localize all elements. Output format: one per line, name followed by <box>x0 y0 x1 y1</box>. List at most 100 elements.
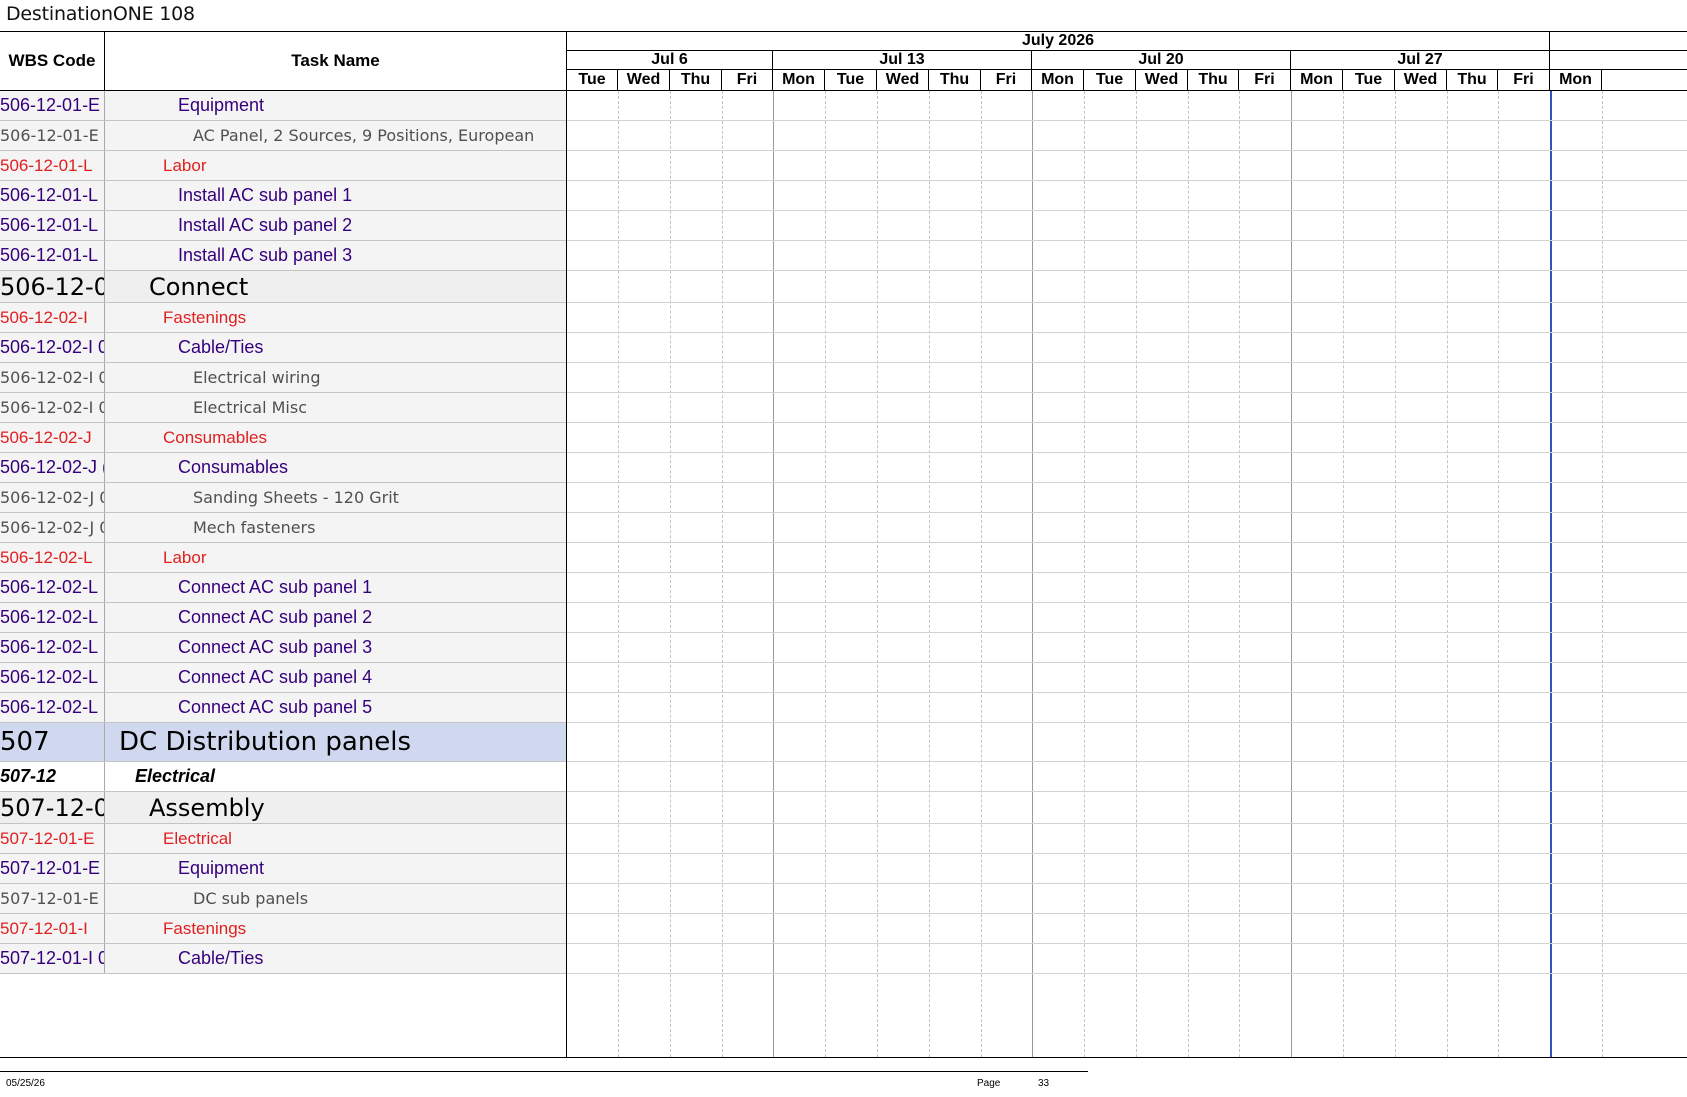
table-row[interactable]: 507-12 Electrical <box>0 762 566 792</box>
wbs-code-cell: 506-12-02 <box>0 271 105 302</box>
table-row[interactable]: 506-12-02-J 01 Mech fasteners <box>0 513 566 543</box>
table-row[interactable]: 506-12-02-J (Consumables <box>0 453 566 483</box>
document-title: DestinationONE 108 <box>6 3 195 25</box>
row-gridline <box>567 692 1687 693</box>
day-label: Fri <box>722 70 773 90</box>
gantt-sheet: WBS Code Task Name 506-12-01-E Equipment 5… <box>0 31 1687 1058</box>
table-row[interactable]: 506-12-01-L Install AC sub panel 2 <box>0 211 566 241</box>
table-row[interactable]: 506-12-02-I 01 Electrical wiring <box>0 363 566 393</box>
wbs-code-cell: 506-12-01-L <box>0 211 105 240</box>
row-gridline <box>567 913 1687 914</box>
table-row[interactable]: 506-12-01-L Labor <box>0 151 566 181</box>
task-name-cell: Fastenings <box>163 307 247 327</box>
table-row[interactable]: 506-12-02-I Fastenings <box>0 303 566 333</box>
row-gridline <box>567 332 1687 333</box>
table-row[interactable]: 507-12-01 Assembly <box>0 792 566 824</box>
table-row[interactable]: 507-12-01-E 0 DC sub panels <box>0 884 566 914</box>
row-gridline <box>567 662 1687 663</box>
timeline-area: July 2026 Jul 6 Jul 13 Jul 20 Jul 27 Tue Wed… <box>567 32 1687 1057</box>
row-gridline <box>567 722 1687 723</box>
task-name-cell: Connect AC sub panel 5 <box>178 697 373 717</box>
task-name-cell: Equipment <box>178 95 265 115</box>
task-name-cell: Electrical <box>135 766 216 786</box>
task-name-column-header[interactable]: Task Name <box>105 32 566 90</box>
day-label: Thu <box>1188 70 1239 90</box>
table-row[interactable]: 507-12-01-I Fastenings <box>0 914 566 944</box>
month-label: July 2026 <box>567 32 1550 50</box>
row-gridline <box>567 392 1687 393</box>
table-row[interactable]: 506-12-01-E 0 AC Panel, 2 Sources, 9 Posi… <box>0 121 566 151</box>
table-row[interactable]: 506-12-02-L Connect AC sub panel 3 <box>0 633 566 663</box>
task-name-cell: AC Panel, 2 Sources, 9 Positions, Europe… <box>193 126 535 145</box>
day-label: Wed <box>618 70 670 90</box>
task-rows: 506-12-01-E Equipment 506-12-01-E 0 AC Pane… <box>0 91 566 974</box>
timeline-grid[interactable] <box>567 91 1687 1057</box>
week-label: Jul 20 <box>1032 51 1291 69</box>
table-row[interactable]: 506-12-02-L Connect AC sub panel 5 <box>0 693 566 723</box>
task-name-cell: Electrical wiring <box>193 368 321 387</box>
wbs-code-cell: 506-12-02-L <box>0 573 105 602</box>
table-row[interactable]: 506-12-02-J 01 Sanding Sheets - 120 Grit <box>0 483 566 513</box>
day-label: Tue <box>567 70 618 90</box>
wbs-code-cell: 506-12-02-L <box>0 693 105 722</box>
week-label: Jul 27 <box>1291 51 1550 69</box>
row-gridline <box>567 761 1687 762</box>
wbs-code-cell: 507-12-01-I <box>0 914 105 943</box>
row-gridline <box>567 482 1687 483</box>
timeline-week-header: Jul 6 Jul 13 Jul 20 Jul 27 <box>567 51 1687 70</box>
task-name-cell: Connect AC sub panel 4 <box>178 667 373 687</box>
day-label: Fri <box>1239 70 1291 90</box>
row-gridline <box>567 240 1687 241</box>
task-name-cell: Consumables <box>163 427 267 447</box>
row-gridline <box>567 302 1687 303</box>
row-gridline <box>567 180 1687 181</box>
footer-page-number: 33 <box>1038 1078 1050 1089</box>
table-row[interactable]: 506-12-02-L Labor <box>0 543 566 573</box>
table-row[interactable]: 506-12-02-I 01 Electrical Misc <box>0 393 566 423</box>
row-gridline <box>567 823 1687 824</box>
timeline-month-header: July 2026 <box>567 32 1687 51</box>
wbs-code-cell: 506-12-01-E 0 <box>0 121 105 150</box>
wbs-code-cell: 506-12-02-J ( <box>0 453 105 482</box>
row-gridline <box>567 150 1687 151</box>
task-name-cell: Labor <box>163 547 207 567</box>
task-name-cell: DC Distribution panels <box>119 727 412 757</box>
task-name-cell: Connect AC sub panel 3 <box>178 637 373 657</box>
wbs-code-cell: 507-12-01 <box>0 792 105 823</box>
footer-page-label: Page <box>977 1078 1001 1089</box>
table-row[interactable]: 506-12-02-L Connect AC sub panel 4 <box>0 663 566 693</box>
wbs-code-cell: 506-12-02-I <box>0 303 105 332</box>
wbs-code-cell: 506-12-02-I 01 <box>0 363 105 392</box>
table-row[interactable]: 506-12-02-I 0 Cable/Ties <box>0 333 566 363</box>
table-row[interactable]: 506-12-02-L Connect AC sub panel 1 <box>0 573 566 603</box>
task-name-cell: Fastenings <box>163 918 247 938</box>
footer-print-date: 05/25/26 <box>6 1078 45 1089</box>
table-row[interactable]: 506-12-01-L Install AC sub panel 1 <box>0 181 566 211</box>
table-row[interactable]: 507 DC Distribution panels <box>0 723 566 762</box>
table-row[interactable]: 506-12-02 Connect <box>0 271 566 303</box>
wbs-code-cell: 506-12-01-E <box>0 91 105 120</box>
wbs-code-cell: 507-12-01-E 0 <box>0 884 105 913</box>
day-label: Tue <box>825 70 877 90</box>
wbs-code-column-header[interactable]: WBS Code <box>0 32 105 90</box>
task-name-cell: Install AC sub panel 3 <box>178 245 353 265</box>
wbs-code-cell: 507-12 <box>0 762 105 791</box>
table-row[interactable]: 506-12-02-J Consumables <box>0 423 566 453</box>
day-label: Thu <box>1447 70 1498 90</box>
table-row[interactable]: 506-12-01-E Equipment <box>0 91 566 121</box>
table-row[interactable]: 507-12-01-I 0 Cable/Ties <box>0 944 566 974</box>
table-row[interactable]: 506-12-02-L Connect AC sub panel 2 <box>0 603 566 633</box>
row-gridline <box>567 542 1687 543</box>
task-name-cell: Cable/Ties <box>178 948 264 968</box>
day-label: Mon <box>773 70 825 90</box>
day-label: Wed <box>1395 70 1447 90</box>
table-row[interactable]: 507-12-01-E Electrical <box>0 824 566 854</box>
day-label: Tue <box>1084 70 1136 90</box>
table-row[interactable]: 507-12-01-E Equipment <box>0 854 566 884</box>
footer-rule <box>0 1071 1088 1072</box>
row-gridline <box>567 452 1687 453</box>
next-week-cell <box>1550 51 1687 69</box>
task-name-cell: Sanding Sheets - 120 Grit <box>193 488 399 507</box>
wbs-code-cell: 506-12-01-L <box>0 181 105 210</box>
table-row[interactable]: 506-12-01-L Install AC sub panel 3 <box>0 241 566 271</box>
